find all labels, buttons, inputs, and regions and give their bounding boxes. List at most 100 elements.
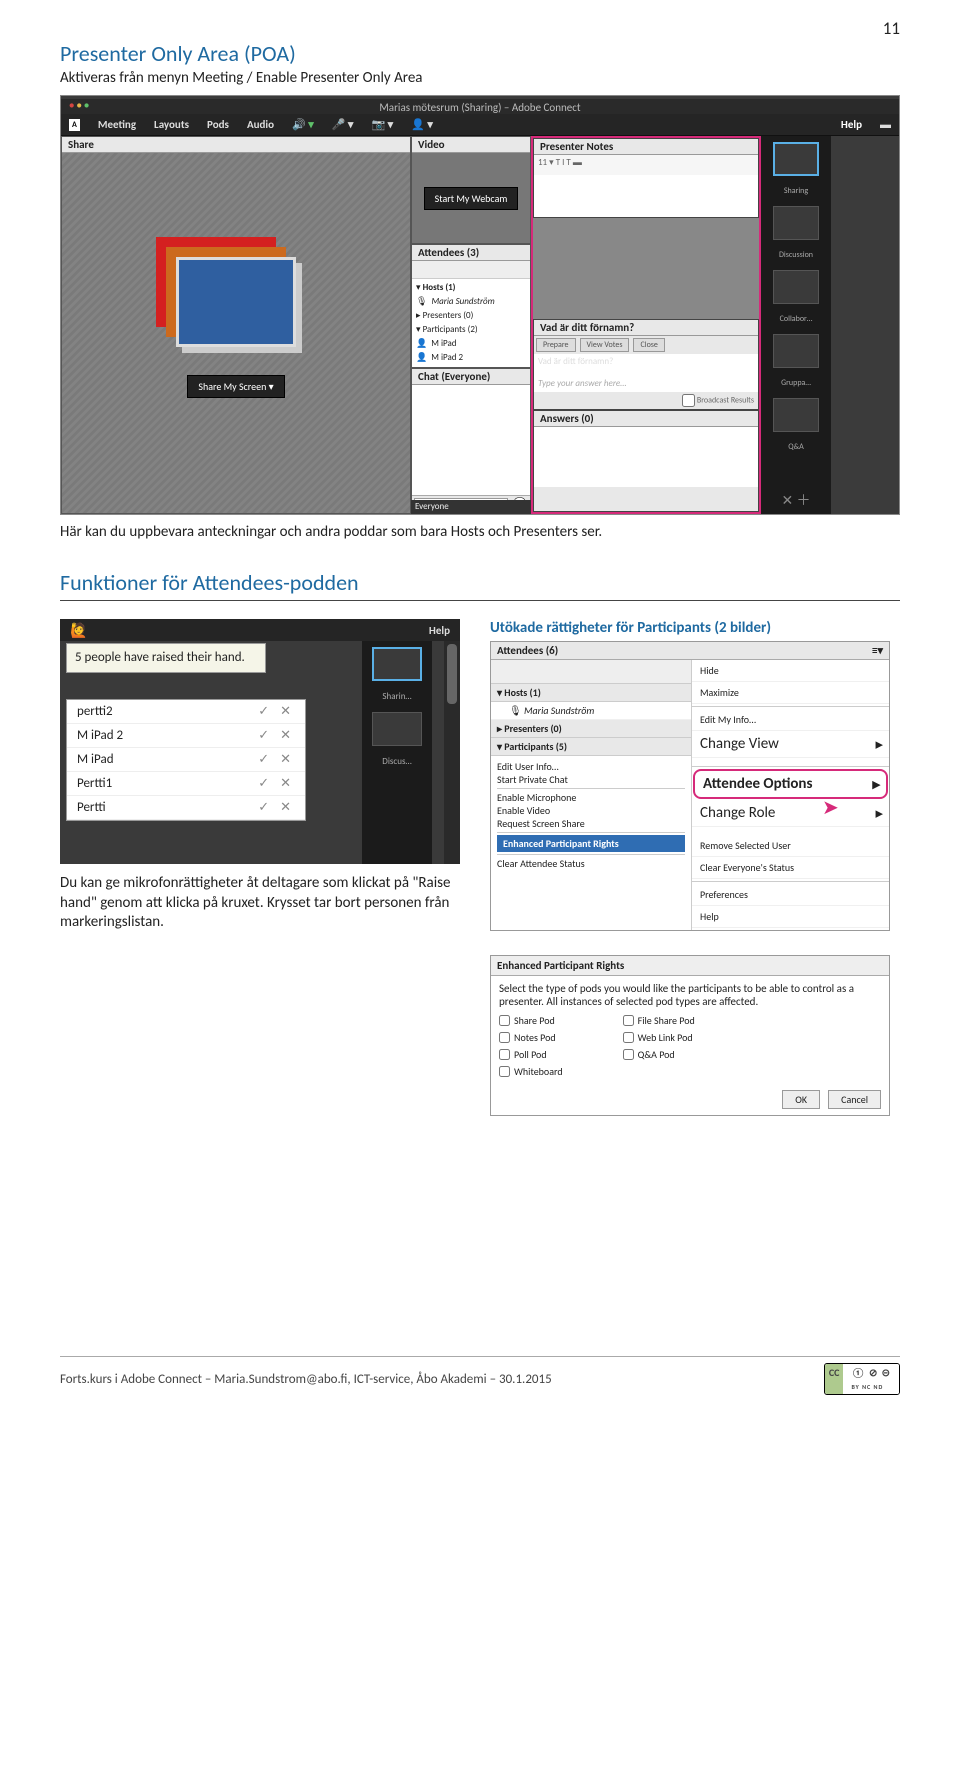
list-item[interactable]: Pertti✓ ✕ xyxy=(67,796,305,820)
minimize-icon[interactable]: ▬ xyxy=(880,118,891,131)
start-webcam-button[interactable]: Start My Webcam xyxy=(424,187,519,210)
everyone-tab[interactable]: Everyone xyxy=(411,500,531,514)
answers-header: Answers (0) xyxy=(534,411,758,427)
notes-header: Presenter Notes xyxy=(534,139,758,155)
ctx-clear-status[interactable]: Clear Everyone's Status xyxy=(692,857,889,879)
status-icon[interactable]: 👤 ▾ xyxy=(411,118,433,131)
menu-layouts[interactable]: Layouts xyxy=(154,118,189,131)
video-pod-header: Video xyxy=(412,137,530,153)
checkbox-row[interactable]: Share Pod xyxy=(499,1014,563,1027)
arrow-icon: ➤ xyxy=(822,795,839,820)
heading: Presenter Only Area (POA) xyxy=(60,40,900,67)
raised-list: pertti2✓ ✕ M iPad 2✓ ✕ M iPad✓ ✕ Pertti1… xyxy=(66,699,306,821)
cancel-button[interactable]: Cancel xyxy=(828,1090,881,1109)
host-row[interactable]: 🎙 Maria Sundström xyxy=(491,702,691,720)
ctx-change-view[interactable]: Change View xyxy=(692,731,889,758)
layouts-panel: Sharing Discussion Collabor… Gruppa… Q&A… xyxy=(761,136,831,514)
screenshot-main: Marias mötesrum (Sharing) – Adobe Connec… xyxy=(60,95,900,515)
ctx-preferences[interactable]: Preferences xyxy=(692,884,889,906)
layout-gruppa[interactable] xyxy=(773,334,819,368)
page-number: 11 xyxy=(883,18,900,39)
layout-qa[interactable] xyxy=(773,398,819,432)
ctx-item[interactable]: Enable Microphone xyxy=(497,791,685,804)
list-item[interactable]: M iPad✓ ✕ xyxy=(67,748,305,772)
checkbox-row[interactable]: Poll Pod xyxy=(499,1048,563,1061)
adobe-logo: A xyxy=(69,119,80,131)
answers-pod: Answers (0) xyxy=(533,410,759,513)
ctx-attendee-options[interactable]: Attendee Options xyxy=(693,769,888,799)
layout-label: Discussion xyxy=(779,250,813,260)
attendees-header: Attendees (6) xyxy=(497,644,558,657)
checkbox-row[interactable]: Whiteboard xyxy=(499,1065,563,1078)
mac-traffic-lights: ●●● xyxy=(69,100,91,111)
poll-answer-input[interactable]: Type your answer here… xyxy=(534,376,758,392)
layout-thumb[interactable] xyxy=(372,647,422,681)
ctx-item[interactable]: Edit User Info… xyxy=(497,760,685,773)
screenshot-enhanced-rights: Enhanced Participant Rights Select the t… xyxy=(490,955,890,1116)
middle-column: Video Start My Webcam Attendees (3) ▾ Ho… xyxy=(411,136,531,514)
pod-menu-icon[interactable]: ≡▾ xyxy=(872,644,883,657)
ctx-item[interactable]: Start Private Chat xyxy=(497,773,685,786)
speaker-icon[interactable]: 🔊 ▾ xyxy=(292,118,314,131)
screenshot-attendee-options: Attendees (6)≡▾ ▾ Hosts (1) 🎙 Maria Sund… xyxy=(490,641,890,931)
ctx-item[interactable]: Clear Attendee Status xyxy=(497,857,685,870)
mic-icon[interactable]: 🎤 ▾ xyxy=(332,118,354,131)
cc-badge: CC① ⊘ ⊝BY NC ND xyxy=(824,1363,900,1395)
poll-pod: Vad är ditt förnamn? Prepare View Votes … xyxy=(533,319,759,410)
ctx-change-role[interactable]: Change Role xyxy=(692,800,889,827)
broadcast-checkbox[interactable] xyxy=(682,394,695,407)
notes-toolbar[interactable]: 11 ▾ T I T ▬ xyxy=(534,155,758,175)
ctx-maximize[interactable]: Maximize xyxy=(692,682,889,704)
help-menu[interactable]: Help xyxy=(429,624,450,637)
participants-group: ▾ Participants (5) xyxy=(491,738,691,756)
layout-label: Q&A xyxy=(788,442,803,452)
view-votes-button[interactable]: View Votes xyxy=(580,338,630,352)
presenters-group: ▸ Presenters (0) xyxy=(416,309,526,323)
cam-icon[interactable]: 📷 ▾ xyxy=(371,118,393,131)
layout-discussion[interactable] xyxy=(773,206,819,240)
ctx-help[interactable]: Help xyxy=(692,906,889,928)
checkbox-row[interactable]: Notes Pod xyxy=(499,1031,563,1044)
menu-pods[interactable]: Pods xyxy=(207,118,229,131)
share-screen-button[interactable]: Share My Screen ▾ xyxy=(187,375,284,398)
presenters-group: ▸ Presenters (0) xyxy=(491,720,691,738)
close-button[interactable]: Close xyxy=(633,338,664,352)
ctx-item-highlighted[interactable]: Enhanced Participant Rights xyxy=(497,835,685,852)
host-row[interactable]: 🎙 Maria Sundström xyxy=(416,295,526,309)
chat-pod: Chat (Everyone) 💬 xyxy=(411,368,531,514)
list-item[interactable]: Pertti1✓ ✕ xyxy=(67,772,305,796)
subheading: Aktiveras från menyn Meeting / Enable Pr… xyxy=(60,69,900,87)
layout-label: Sharing xyxy=(784,186,808,196)
caption-1: Här kan du uppbevara anteckningar och an… xyxy=(60,523,900,541)
layout-sharing[interactable] xyxy=(773,142,819,176)
list-item[interactable]: pertti2✓ ✕ xyxy=(67,700,305,724)
presenter-only-area: Presenter Notes 11 ▾ T I T ▬ Vad är ditt… xyxy=(531,136,761,514)
prepare-button[interactable]: Prepare xyxy=(536,338,576,352)
checkbox-row[interactable]: File Share Pod xyxy=(623,1014,695,1027)
screenshot-raised-hands: 🙋 Help 5 people have raised their hand. p… xyxy=(60,619,460,864)
ctx-item[interactable]: Enable Video xyxy=(497,804,685,817)
scrollbar[interactable] xyxy=(444,641,460,864)
dialog-description: Select the type of pods you would like t… xyxy=(499,982,881,1008)
checkbox-row[interactable]: Q&A Pod xyxy=(623,1048,695,1061)
poll-question: Vad är ditt förnamn? xyxy=(534,354,758,376)
raise-hand-icon[interactable]: 🙋 xyxy=(70,622,87,639)
layout-collab[interactable] xyxy=(773,270,819,304)
ctx-edit-info[interactable]: Edit My Info… xyxy=(692,709,889,731)
menu-help[interactable]: Help xyxy=(841,118,862,131)
participant-row[interactable]: 👤 M iPad xyxy=(416,337,526,351)
ctx-remove-user[interactable]: Remove Selected User xyxy=(692,835,889,857)
layout-thumb[interactable] xyxy=(372,712,422,746)
close-layout-icon[interactable]: ✕ ＋ xyxy=(782,490,811,514)
ctx-item[interactable]: Request Screen Share xyxy=(497,817,685,830)
raised-tooltip: 5 people have raised their hand. xyxy=(66,643,266,673)
participant-row[interactable]: 👤 M iPad 2 xyxy=(416,351,526,365)
menu-audio[interactable]: Audio xyxy=(247,118,274,131)
broadcast-label: Broadcast Results xyxy=(697,395,754,405)
checkbox-row[interactable]: Web Link Pod xyxy=(623,1031,695,1044)
ok-button[interactable]: OK xyxy=(782,1090,820,1109)
list-item[interactable]: M iPad 2✓ ✕ xyxy=(67,724,305,748)
menu-meeting[interactable]: Meeting xyxy=(98,118,136,131)
ctx-hide[interactable]: Hide xyxy=(692,660,889,682)
caption-2: Du kan ge mikrofonrättigheter åt deltaga… xyxy=(60,874,460,933)
